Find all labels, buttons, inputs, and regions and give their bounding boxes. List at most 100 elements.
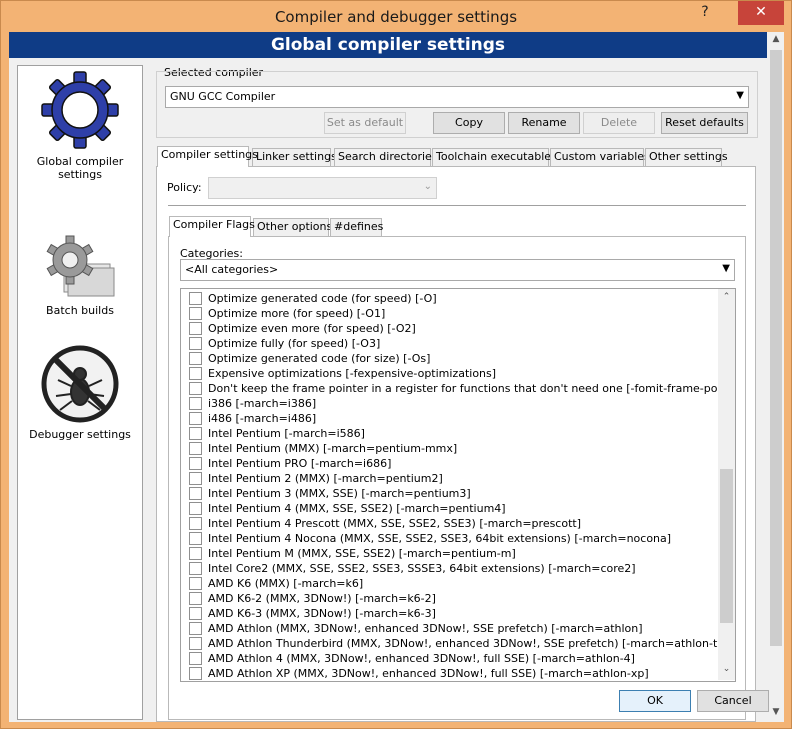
help-button[interactable]: ? [691,1,719,25]
gear-icon [41,71,119,149]
flag-checkbox[interactable] [189,517,202,530]
flag-checkbox[interactable] [189,547,202,560]
flag-label: i386 [-march=i386] [208,397,317,410]
flag-checkbox[interactable] [189,562,202,575]
flag-label: AMD Athlon XP (MMX, 3DNow!, enhanced 3DN… [208,667,649,680]
nav-batch-builds[interactable]: Batch builds [18,234,142,317]
dialog-scrollbar[interactable]: ▲ ▼ [768,32,784,722]
flag-row[interactable]: Expensive optimizations [-fexpensive-opt… [189,366,496,381]
flag-checkbox[interactable] [189,592,202,605]
flag-checkbox[interactable] [189,337,202,350]
page-title: Global compiler settings [9,32,767,58]
flag-checkbox[interactable] [189,382,202,395]
delete-button[interactable]: Delete [583,112,655,134]
flag-checkbox[interactable] [189,457,202,470]
flag-row[interactable]: Optimize fully (for speed) [-O3] [189,336,380,351]
flag-checkbox[interactable] [189,487,202,500]
flag-checkbox[interactable] [189,397,202,410]
flag-row[interactable]: Optimize more (for speed) [-O1] [189,306,385,321]
flag-row[interactable]: AMD K6 (MMX) [-march=k6] [189,576,363,591]
tab-other-settings[interactable]: Other settings [645,148,728,166]
compiler-flags-list[interactable]: Optimize generated code (for speed) [-O]… [180,288,736,682]
flag-checkbox[interactable] [189,637,202,650]
flag-row[interactable]: AMD Athlon Thunderbird (MMX, 3DNow!, enh… [189,636,735,651]
tab-search-directories[interactable]: Search directories [334,148,438,166]
flag-row[interactable]: i486 [-march=i486] [189,411,316,426]
flag-checkbox[interactable] [189,667,202,680]
categories-select[interactable]: <All categories> ▼ [180,259,735,281]
flag-row[interactable]: AMD Athlon (MMX, 3DNow!, enhanced 3DNow!… [189,621,643,636]
flag-row[interactable]: Intel Pentium 2 (MMX) [-march=pentium2] [189,471,443,486]
flag-checkbox[interactable] [189,622,202,635]
reset-defaults-button[interactable]: Reset defaults [661,112,748,134]
flag-checkbox[interactable] [189,607,202,620]
policy-select[interactable]: ⌄ [208,177,437,199]
title-bar[interactable]: Compiler and debugger settings ? ✕ [1,1,791,32]
flag-row[interactable]: Intel Pentium PRO [-march=i686] [189,456,391,471]
tab-other-options[interactable]: Other options [253,218,332,236]
flag-checkbox[interactable] [189,307,202,320]
scroll-thumb[interactable] [770,50,782,646]
flags-scrollbar[interactable]: ⌃ ⌄ [718,289,735,680]
flag-label: Intel Pentium PRO [-march=i686] [208,457,392,470]
scroll-up-icon[interactable]: ▲ [768,34,784,44]
flag-row[interactable]: Intel Pentium 4 (MMX, SSE, SSE2) [-march… [189,501,506,516]
flag-label: Expensive optimizations [-fexpensive-opt… [208,367,497,380]
flag-label: Intel Pentium 4 Prescott (MMX, SSE, SSE2… [208,517,582,530]
flag-checkbox[interactable] [189,412,202,425]
copy-button[interactable]: Copy [433,112,505,134]
flag-row[interactable]: Intel Pentium M (MMX, SSE, SSE2) [-march… [189,546,516,561]
flag-checkbox[interactable] [189,472,202,485]
flag-checkbox[interactable] [189,352,202,365]
nav-global-compiler[interactable]: Global compiler settings [18,69,142,181]
flag-row[interactable]: Optimize generated code (for speed) [-O] [189,291,437,306]
flag-row[interactable]: AMD K6-3 (MMX, 3DNow!) [-march=k6-3] [189,606,436,621]
scroll-thumb[interactable] [720,469,733,623]
flag-checkbox[interactable] [189,367,202,380]
flag-checkbox[interactable] [189,577,202,590]
flag-row[interactable]: Intel Pentium (MMX) [-march=pentium-mmx] [189,441,457,456]
flag-checkbox[interactable] [189,292,202,305]
flag-row[interactable]: Don't keep the frame pointer in a regist… [189,381,736,396]
flag-label: Don't keep the frame pointer in a regist… [208,382,736,395]
scroll-up-icon[interactable]: ⌃ [718,292,735,302]
flag-row[interactable]: i386 [-march=i386] [189,396,316,411]
nav-debugger-settings[interactable]: Debugger settings [18,344,142,441]
compiler-select-value: GNU GCC Compiler [170,90,276,103]
flag-checkbox[interactable] [189,652,202,665]
ok-button[interactable]: OK [619,690,691,712]
compiler-select[interactable]: GNU GCC Compiler ▼ [165,86,749,108]
flag-label: Intel Pentium 3 (MMX, SSE) [-march=penti… [208,487,471,500]
close-button[interactable]: ✕ [738,1,784,25]
tab-defines[interactable]: #defines [330,218,383,236]
flag-checkbox[interactable] [189,442,202,455]
flag-row[interactable]: Intel Pentium 3 (MMX, SSE) [-march=penti… [189,486,471,501]
flag-label: Optimize fully (for speed) [-O3] [208,337,381,350]
cancel-button[interactable]: Cancel [697,690,769,712]
rename-button[interactable]: Rename [508,112,580,134]
flag-label: AMD K6 (MMX) [-march=k6] [208,577,364,590]
flag-checkbox[interactable] [189,427,202,440]
tab-custom-variables[interactable]: Custom variables [550,148,650,166]
tab-toolchain-executables[interactable]: Toolchain executables [432,148,557,166]
chevron-down-icon: ▼ [722,263,730,274]
flag-row[interactable]: AMD Athlon 4 (MMX, 3DNow!, enhanced 3DNo… [189,651,635,666]
scroll-down-icon[interactable]: ⌄ [718,664,735,674]
tab-compiler-settings[interactable]: Compiler settings [157,146,258,167]
set-default-button[interactable]: Set as default [324,112,406,134]
flag-row[interactable]: AMD K6-2 (MMX, 3DNow!) [-march=k6-2] [189,591,436,606]
tab-linker-settings[interactable]: Linker settings [252,148,337,166]
flag-row[interactable]: Intel Pentium 4 Prescott (MMX, SSE, SSE2… [189,516,581,531]
flag-row[interactable]: Intel Pentium [-march=i586] [189,426,365,441]
flag-row[interactable]: Optimize even more (for speed) [-O2] [189,321,416,336]
flag-checkbox[interactable] [189,502,202,515]
flag-row[interactable]: AMD Athlon XP (MMX, 3DNow!, enhanced 3DN… [189,666,649,681]
flag-checkbox[interactable] [189,322,202,335]
flag-checkbox[interactable] [189,532,202,545]
flag-row[interactable]: Intel Core2 (MMX, SSE, SSE2, SSE3, SSSE3… [189,561,636,576]
tab-compiler-flags[interactable]: Compiler Flags [169,216,255,237]
flag-row[interactable]: Intel Pentium 4 Nocona (MMX, SSE, SSE2, … [189,531,671,546]
flag-label: AMD K6-2 (MMX, 3DNow!) [-march=k6-2] [208,592,436,605]
flag-row[interactable]: Optimize generated code (for size) [-Os] [189,351,430,366]
scroll-down-icon[interactable]: ▼ [768,707,784,717]
